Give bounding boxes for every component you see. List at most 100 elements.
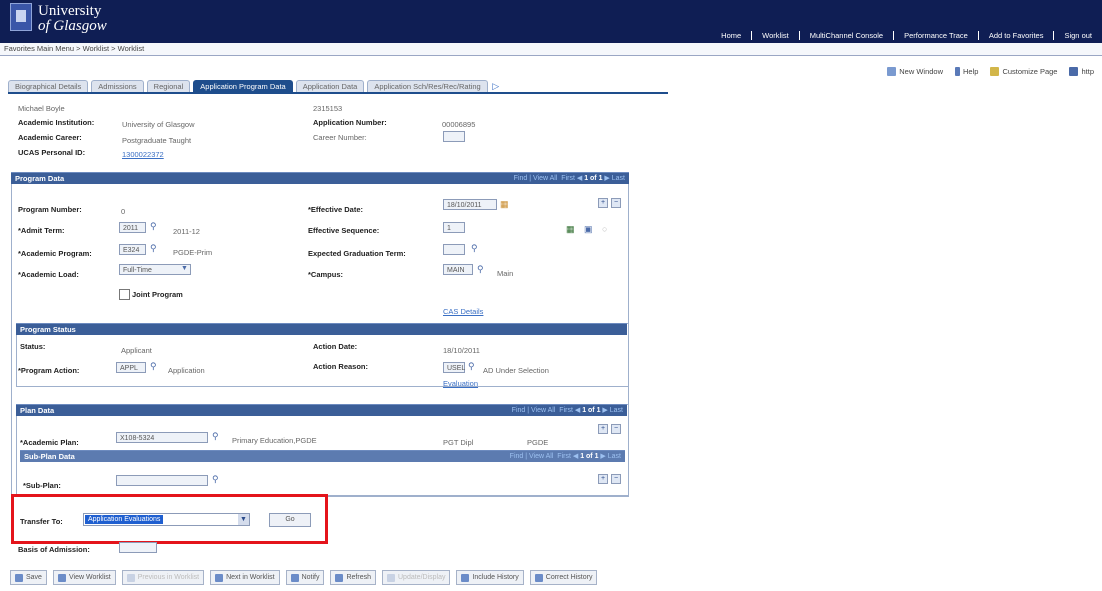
new-window-link[interactable]: New Window [887,67,943,76]
sub-plan-nav: Find | View All First ◀ 1 of 1 ▶ Last [509,453,621,460]
header-bar: University of Glasgow Home Worklist Mult… [0,0,1102,43]
sub-plan-last-link[interactable]: Last [608,453,621,460]
expected-grad-search-icon[interactable]: ⚲ [471,243,478,254]
academic-program-search-icon[interactable]: ⚲ [150,243,157,254]
admit-term-field[interactable]: 2011 [119,222,146,233]
next-icon [215,573,224,582]
breadcrumb[interactable]: Favorites Main Menu > Worklist > Worklis… [4,44,144,53]
sub-plan-first-link[interactable]: First [557,453,571,460]
refresh-button[interactable]: Refresh [330,570,376,585]
plan-add-button[interactable]: + [598,424,608,434]
academic-load-chevron-down-icon[interactable]: ▼ [181,265,188,272]
include-history-button[interactable]: Include History [456,570,524,585]
plan-type: PGT Dipl [443,438,474,447]
program-view-all-link[interactable]: View All [533,175,557,182]
help-link[interactable]: Help [955,67,978,76]
sub-plan-count: 1 of 1 [580,453,599,460]
joint-program-checkbox[interactable] [119,289,130,300]
sub-plan-add-button[interactable]: + [598,474,608,484]
campus-label: *Campus: [308,270,344,279]
institution-value: University of Glasgow [122,120,195,129]
academic-plan-field[interactable]: X108-5324 [116,432,208,443]
go-button[interactable]: Go [269,513,311,527]
app-number-value: 00006895 [442,120,476,129]
page-links: New Window Help Customize Page http [875,67,1094,76]
basis-of-admission-field[interactable] [119,542,157,553]
academic-program-desc: PGDE-Prim [173,248,213,257]
tab-strip: Biographical Details Admissions Regional… [8,80,501,93]
include-history-icon [461,573,470,582]
plan-delete-button[interactable]: − [611,424,621,434]
program-action-field[interactable]: APPL [116,362,146,373]
program-first-link[interactable]: First [561,175,575,182]
program-count: 1 of 1 [584,175,603,182]
program-find-link[interactable]: Find [514,175,528,182]
previous-in-worklist-button[interactable]: Previous in Worklist [121,570,205,585]
program-delete-button[interactable]: − [611,198,621,208]
top-nav-multichannel[interactable]: MultiChannel Console [798,31,893,40]
effective-sequence-field[interactable]: 1 [443,222,465,233]
plan-data-title: Plan Data [20,406,55,415]
cas-details-link[interactable]: CAS Details [443,307,483,316]
campus-search-icon[interactable]: ⚲ [477,264,484,275]
sub-plan-find-link[interactable]: Find [510,453,524,460]
academic-program-field[interactable]: E324 [119,244,146,255]
plan-view-all-link[interactable]: View All [531,407,555,414]
transfer-selected-option[interactable]: Application Evaluations [85,515,164,524]
top-nav: Home Worklist MultiChannel Console Perfo… [711,31,1102,40]
correct-history-button[interactable]: Correct History [529,570,598,585]
top-nav-home[interactable]: Home [711,31,751,40]
ucas-link[interactable]: 1300022372 [122,150,164,159]
campus-field[interactable]: MAIN [443,264,473,275]
academic-plan-label: *Academic Plan: [20,438,79,447]
sub-plan-delete-button[interactable]: − [611,474,621,484]
action-reason-search-icon[interactable]: ⚲ [468,361,475,372]
customize-page-link[interactable]: Customize Page [990,67,1057,76]
admit-term-search-icon[interactable]: ⚲ [150,221,157,232]
effective-date-field[interactable]: 18/10/2011 [443,199,497,210]
transfer-chevron-down-icon[interactable]: ▼ [238,514,249,525]
top-nav-sign-out[interactable]: Sign out [1053,31,1102,40]
tab-more-icon[interactable]: ▷ [491,80,501,92]
academic-program-label: *Academic Program: [18,249,92,258]
career-value: Postgraduate Taught [122,136,192,145]
save-icon [15,573,23,582]
tab-underline [8,92,668,94]
save-button[interactable]: Save [10,570,47,585]
admit-term-desc: 2011-12 [173,227,200,236]
evaluation-link[interactable]: Evaluation [443,379,478,388]
transfer-to-select[interactable]: Application Evaluations ▼ [83,513,250,526]
http-link[interactable]: http [1069,67,1094,76]
view-worklist-button[interactable]: View Worklist [52,570,116,585]
top-nav-add-favorites[interactable]: Add to Favorites [977,31,1054,40]
sub-plan-field[interactable] [116,475,208,486]
program-data-header: Program Data Find | View All First ◀ 1 o… [11,172,629,184]
update-display-button[interactable]: Update/Display [382,570,451,585]
program-status-header: Program Status [16,323,627,335]
action-reason-field[interactable]: USEL [443,362,465,373]
plan-find-link[interactable]: Find [512,407,526,414]
next-in-worklist-button[interactable]: Next in Worklist [210,570,280,585]
info-icon[interactable]: ○ [602,224,607,234]
top-nav-worklist[interactable]: Worklist [751,31,799,40]
program-action-search-icon[interactable]: ⚲ [150,361,157,372]
effective-sequence-label: Effective Sequence: [308,226,380,235]
sub-plan-view-all-link[interactable]: View All [529,453,553,460]
grid-icon[interactable]: ▣ [584,224,593,235]
brand-line2: of Glasgow [38,18,107,34]
program-status-title: Program Status [20,325,76,334]
program-last-link[interactable]: Last [612,175,625,182]
plan-first-link[interactable]: First [559,407,573,414]
notify-button[interactable]: Notify [285,570,325,585]
plan-last-link[interactable]: Last [610,407,623,414]
sub-plan-search-icon[interactable]: ⚲ [212,474,219,485]
top-nav-performance[interactable]: Performance Trace [893,31,978,40]
academic-plan-search-icon[interactable]: ⚲ [212,431,219,442]
customize-icon [990,67,1000,76]
worklist-icon [57,573,66,582]
program-add-button[interactable]: + [598,198,608,208]
plan-data-nav: Find | View All First ◀ 1 of 1 ▶ Last [511,407,623,414]
calendar-icon[interactable]: ▦ [500,199,509,210]
spreadsheet-icon[interactable]: ▦ [566,224,575,235]
expected-grad-field[interactable] [443,244,465,255]
